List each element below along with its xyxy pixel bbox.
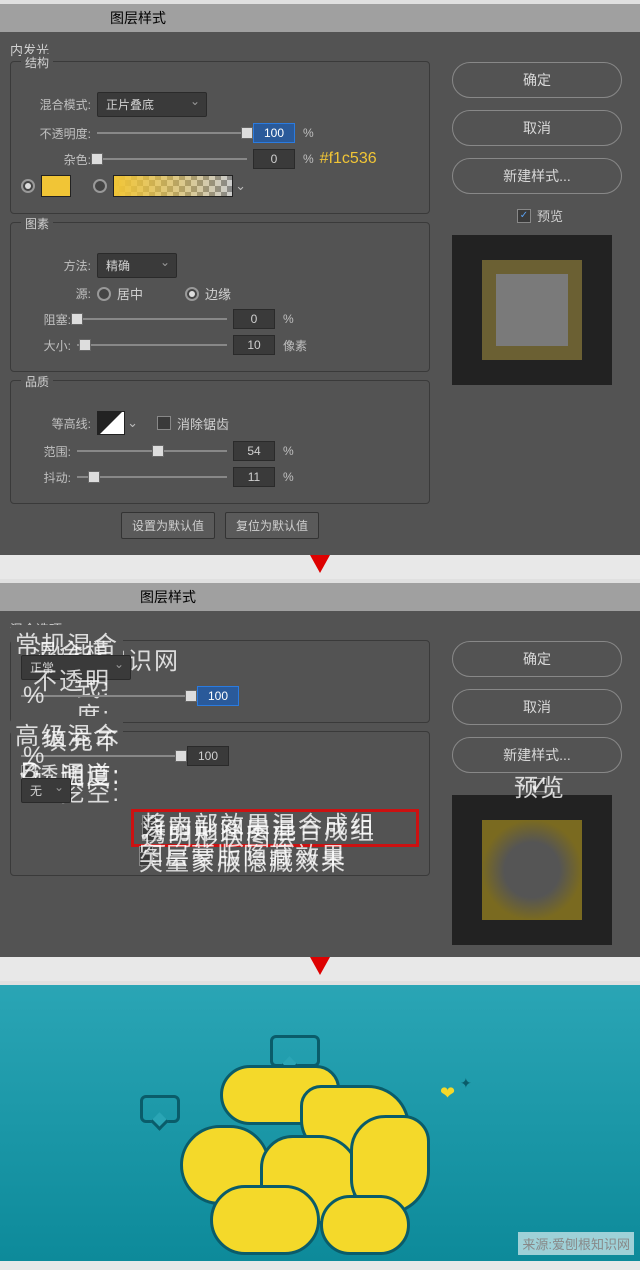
general-blend-group: 常规混合 混合模式: 正常 不透明度: 100 %: [10, 640, 430, 723]
source-label: 源:: [21, 285, 91, 302]
color-swatch[interactable]: [41, 175, 71, 197]
opacity-input[interactable]: 100: [253, 123, 295, 143]
range-input[interactable]: 54: [233, 441, 275, 461]
fill-opacity-input[interactable]: 100: [187, 746, 229, 766]
blend-mode-select[interactable]: 正片叠底: [97, 92, 207, 117]
cancel-button-2[interactable]: 取消: [452, 689, 622, 725]
dialog-title-1: 图层样式: [0, 0, 640, 32]
preview-label-2: 预览: [514, 768, 566, 803]
gradient-radio[interactable]: [93, 179, 107, 193]
result-illustration: ❤ ✦ 来源:爱刨根知识网: [0, 981, 640, 1261]
quality-group: 品质 等高线: 消除锯齿 范围: 54 % 抖动: 11 %: [10, 380, 430, 504]
noise-label: 杂色:: [21, 151, 91, 168]
new-style-button[interactable]: 新建样式...: [452, 158, 622, 194]
range-slider[interactable]: [77, 450, 227, 452]
set-default-button[interactable]: 设置为默认值: [121, 512, 215, 539]
ok-button-2[interactable]: 确定: [452, 641, 622, 677]
range-label: 范围:: [21, 443, 71, 460]
noise-input[interactable]: 0: [253, 149, 295, 169]
choke-label: 阻塞:: [21, 311, 71, 328]
preview-label: 预览: [537, 206, 563, 225]
layer-style-dialog-1: 内发光 结构 混合模式: 正片叠底 不透明度: 100 % 杂色: 0 % #f…: [0, 32, 640, 555]
knockout-select[interactable]: 无: [21, 778, 71, 803]
gradient-swatch[interactable]: [113, 175, 233, 197]
opacity-input-2[interactable]: 100: [197, 686, 239, 706]
size-input[interactable]: 10: [233, 335, 275, 355]
antialias-label: 消除锯齿: [177, 414, 229, 433]
jitter-slider[interactable]: [77, 476, 227, 478]
structure-group: 结构 混合模式: 正片叠底 不透明度: 100 % 杂色: 0 % #f1c53…: [10, 61, 430, 214]
opacity-slider-2[interactable]: [21, 695, 191, 697]
source-edge-radio[interactable]: [185, 287, 199, 301]
layer-style-dialog-2: 爱刨知识网 混合选项 常规混合 混合模式: 正常 不透明度: 100 % 高级混…: [0, 611, 640, 957]
vector-mask-hide-label: 矢量蒙版隐藏效果: [139, 842, 347, 877]
structure-legend: 结构: [21, 54, 53, 71]
contour-picker[interactable]: [97, 411, 125, 435]
opacity-label: 不透明度:: [21, 125, 91, 142]
arrow-separator-2: [0, 957, 640, 981]
size-label: 大小:: [21, 337, 71, 354]
percent-unit: %: [303, 126, 314, 140]
opacity-slider[interactable]: [97, 132, 247, 134]
dialog-title-2: 图层样式: [0, 579, 640, 611]
blend-mode-label: 混合模式:: [21, 96, 91, 113]
antialias-checkbox[interactable]: [157, 416, 171, 430]
px-unit: 像素: [283, 337, 307, 354]
source-attribution: 来源:爱刨根知识网: [518, 1232, 634, 1255]
inner-glow-title: 内发光: [10, 40, 430, 59]
color-radio[interactable]: [21, 179, 35, 193]
source-edge-label: 边缘: [205, 284, 231, 303]
size-slider[interactable]: [77, 344, 227, 346]
ok-button[interactable]: 确定: [452, 62, 622, 98]
noise-slider[interactable]: [97, 158, 247, 160]
choke-slider[interactable]: [77, 318, 227, 320]
contour-label: 等高线:: [21, 415, 91, 432]
elements-group: 图素 方法: 精确 源: 居中 边缘 阻塞: 0 % 大小:: [10, 222, 430, 372]
source-center-label: 居中: [117, 284, 143, 303]
choke-input[interactable]: 0: [233, 309, 275, 329]
reset-default-button[interactable]: 复位为默认值: [225, 512, 319, 539]
jitter-label: 抖动:: [21, 469, 71, 486]
preview-thumbnail-2: [452, 795, 612, 945]
quality-legend: 品质: [21, 373, 53, 390]
preview-checkbox[interactable]: [517, 209, 531, 223]
arrow-separator-1: [0, 555, 640, 579]
elements-legend: 图素: [21, 215, 53, 232]
method-label: 方法:: [21, 257, 91, 274]
jitter-input[interactable]: 11: [233, 467, 275, 487]
preview-thumbnail-1: [452, 235, 612, 385]
percent-unit-2: %: [303, 152, 314, 166]
cancel-button[interactable]: 取消: [452, 110, 622, 146]
color-hex-note: #f1c536: [320, 150, 377, 168]
advanced-blend-group: 高级混合 填充不透明度: 100 % 通道: R G B 挖空: 无 将内部效果…: [10, 731, 430, 876]
source-center-radio[interactable]: [97, 287, 111, 301]
method-select[interactable]: 精确: [97, 253, 177, 278]
